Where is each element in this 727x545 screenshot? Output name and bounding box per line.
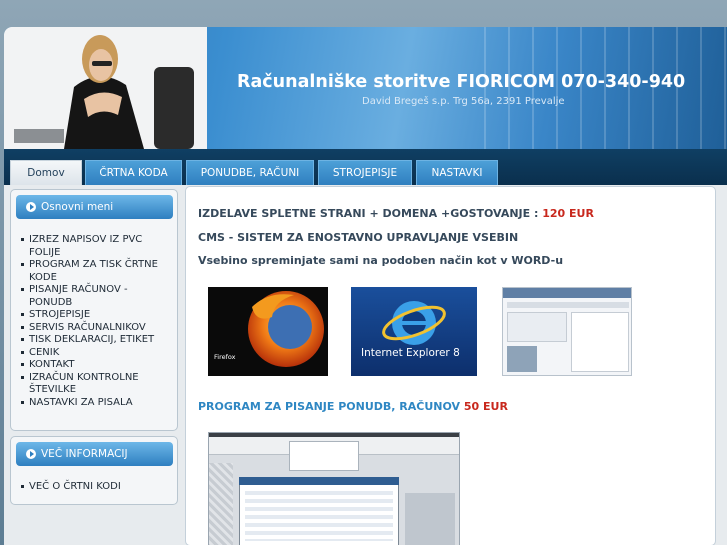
- program-offer-line: PROGRAM ZA PISANJE PONUDB, RAČUNOV 50 EU…: [198, 400, 508, 413]
- sidebar-item-vec-o-crtni-kodi[interactable]: VEČ O ČRTNI KODI: [21, 481, 166, 494]
- tab-label: Domov: [27, 167, 65, 179]
- sidebar-info-list: VEČ O ČRTNI KODI: [21, 481, 166, 494]
- sidebar-menu-title: Osnovni meni: [41, 201, 114, 213]
- sidebar-item-pisanje-racunov[interactable]: PISANJE RAČUNOV - PONUDB: [21, 284, 166, 309]
- tab-label: PONUDBE, RAČUNI: [200, 167, 300, 179]
- sidebar-main-menu: Osnovni meni IZREZ NAPISOV IZ PVC FOLIJE…: [10, 189, 178, 431]
- cms-description: Vsebino spreminjate sami na podoben nači…: [198, 254, 564, 267]
- sidebar-info-box: VEČ INFORMACIJ VEČ O ČRTNI KODI: [10, 436, 178, 505]
- sidebar-item-izracun[interactable]: IZRAČUN KONTROLNE ŠTEVILKE: [21, 372, 166, 397]
- program-offer-text: PROGRAM ZA PISANJE PONUDB, RAČUNOV: [198, 400, 461, 413]
- cms-screenshot-image[interactable]: [502, 287, 632, 376]
- tab-strojepisje[interactable]: STROJEPISJE: [318, 160, 412, 185]
- ie-logo-text: Internet Explorer 8: [361, 347, 460, 359]
- main-nav: Domov ČRTNA KODA PONUDBE, RAČUNI STROJEP…: [4, 149, 727, 185]
- site-title: Računalniške storitve FIORICOM 070-340-9…: [237, 72, 686, 92]
- program-offer-price: 50 EUR: [463, 400, 508, 413]
- sidebar-item-kontakt[interactable]: KONTAKT: [21, 359, 166, 372]
- main-content: IZDELAVE SPLETNE STRANI + DOMENA +GOSTOV…: [185, 186, 716, 545]
- tab-ponudbe-racuni[interactable]: PONUDBE, RAČUNI: [186, 160, 314, 185]
- tab-nastavki[interactable]: NASTAVKI: [416, 160, 498, 185]
- program-screenshot-image[interactable]: [208, 432, 460, 545]
- header-photo: [4, 27, 207, 149]
- sidebar-item-strojepisje[interactable]: STROJEPISJE: [21, 309, 166, 322]
- sidebar-item-cenik[interactable]: CENIK: [21, 347, 166, 360]
- sidebar-item-izrez-napisov[interactable]: IZREZ NAPISOV IZ PVC FOLIJE: [21, 234, 166, 259]
- offer-web-price: 120 EUR: [542, 207, 594, 220]
- sidebar-info-header: VEČ INFORMACIJ: [16, 442, 173, 466]
- firefox-logo-text: Firefox: [214, 353, 236, 361]
- bullet-icon: [26, 449, 36, 459]
- sidebar-item-servis[interactable]: SERVIS RAČUNALNIKOV: [21, 322, 166, 335]
- sidebar-info-title: VEČ INFORMACIJ: [41, 448, 128, 460]
- page: Računalniške storitve FIORICOM 070-340-9…: [4, 27, 727, 545]
- tab-domov[interactable]: Domov: [10, 160, 82, 185]
- tab-label: STROJEPISJE: [332, 167, 398, 179]
- offer-web-text: IZDELAVE SPLETNE STRANI + DOMENA +GOSTOV…: [198, 207, 539, 220]
- sidebar-menu-list: IZREZ NAPISOV IZ PVC FOLIJE PROGRAM ZA T…: [21, 234, 166, 409]
- firefox-image[interactable]: Firefox: [208, 287, 328, 376]
- site-subtitle: David Bregeš s.p. Trg 56a, 2391 Prevalje: [362, 96, 565, 107]
- bullet-icon: [26, 202, 36, 212]
- sidebar-item-nastavki[interactable]: NASTAVKI ZA PISALA: [21, 397, 166, 410]
- site-header: Računalniške storitve FIORICOM 070-340-9…: [4, 27, 727, 149]
- tab-label: NASTAVKI: [431, 167, 483, 179]
- internet-explorer-image[interactable]: Internet Explorer 8: [351, 287, 477, 376]
- sidebar-item-tisk-deklaracij[interactable]: TISK DEKLARACIJ, ETIKET: [21, 334, 166, 347]
- tab-crtna-koda[interactable]: ČRTNA KODA: [85, 160, 182, 185]
- tab-label: ČRTNA KODA: [99, 167, 168, 179]
- cms-line: CMS - SISTEM ZA ENOSTAVNO UPRAVLJANJE VS…: [198, 231, 519, 244]
- offer-web-line: IZDELAVE SPLETNE STRANI + DOMENA +GOSTOV…: [198, 207, 594, 220]
- sidebar-menu-header: Osnovni meni: [16, 195, 173, 219]
- sidebar-item-program-crtne-kode[interactable]: PROGRAM ZA TISK ČRTNE KODE: [21, 259, 166, 284]
